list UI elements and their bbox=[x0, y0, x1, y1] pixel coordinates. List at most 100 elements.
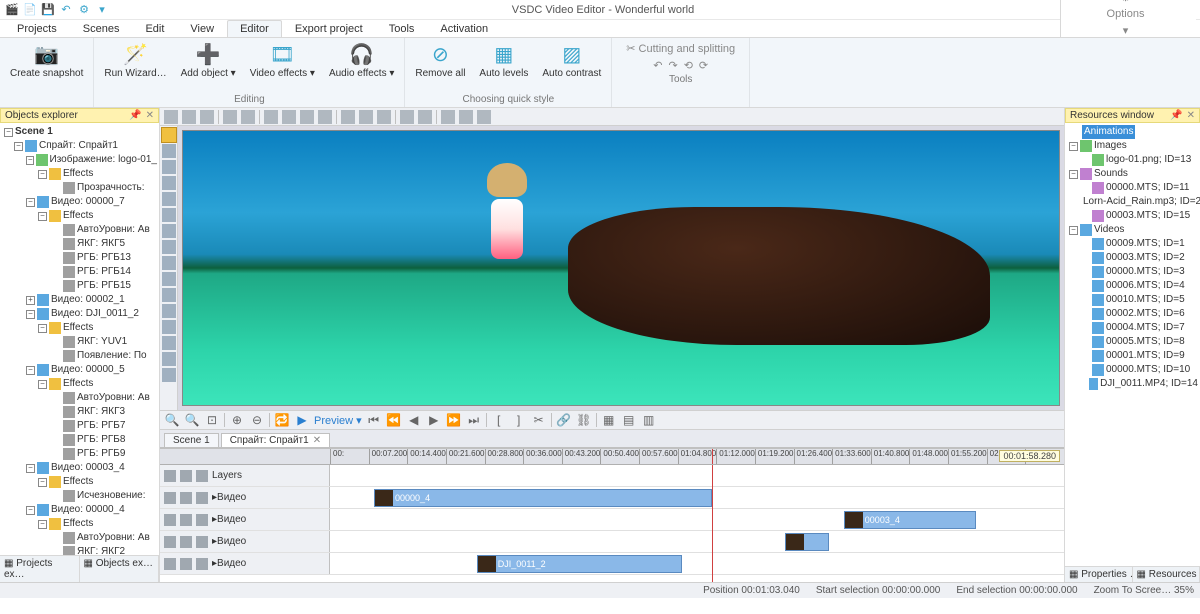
tree-node[interactable]: 00000.MTS; ID=10 bbox=[1067, 363, 1198, 377]
tree-node[interactable]: DJI_0011.MP4; ID=14 bbox=[1067, 377, 1198, 391]
timeline-track[interactable]: ▸Видео 00000_4 bbox=[160, 487, 1064, 509]
tree-node[interactable]: 00009.MTS; ID=1 bbox=[1067, 237, 1198, 251]
tree-node[interactable]: 00001.MTS; ID=9 bbox=[1067, 349, 1198, 363]
mark-in-icon[interactable]: [ bbox=[491, 412, 507, 428]
goto-end-icon[interactable]: ⏭ bbox=[466, 412, 482, 428]
remove-marker-icon[interactable]: ⊖ bbox=[249, 412, 265, 428]
tab-close-icon[interactable]: ✕ bbox=[313, 435, 321, 446]
resources-tree[interactable]: Animations−Imageslogo-01.png; ID=13−Soun… bbox=[1065, 123, 1200, 566]
tree-node[interactable]: Lorn-Acid_Rain.mp3; ID=2 bbox=[1067, 195, 1198, 209]
ribbon-button[interactable]: 🪄Run Wizard… bbox=[100, 40, 170, 94]
pin-icon[interactable]: 📌 bbox=[1170, 110, 1182, 121]
track-body[interactable]: 00003_4 bbox=[330, 509, 1064, 530]
tool-redo-icon[interactable] bbox=[241, 110, 255, 124]
chart-tool-icon[interactable] bbox=[162, 272, 176, 286]
panel-close-icon[interactable]: ✕ bbox=[1187, 110, 1195, 121]
tool-cut-icon[interactable] bbox=[164, 110, 178, 124]
add-marker-icon[interactable]: ⊕ bbox=[229, 412, 245, 428]
split-icon[interactable]: ✂ bbox=[531, 412, 547, 428]
tool-align4-icon[interactable] bbox=[318, 110, 332, 124]
tree-node[interactable]: 00002.MTS; ID=6 bbox=[1067, 307, 1198, 321]
goto-start-icon[interactable]: ⏮ bbox=[366, 412, 382, 428]
pin-icon[interactable]: 📌 bbox=[129, 110, 141, 121]
tl-opt3-icon[interactable]: ▥ bbox=[641, 412, 657, 428]
tree-node[interactable]: −Videos bbox=[1067, 223, 1198, 237]
tree-node[interactable]: РГБ: РГБ9 bbox=[2, 447, 157, 461]
timeline-track[interactable]: ▸Видео bbox=[160, 531, 1064, 553]
zoom-out-icon[interactable]: 🔍 bbox=[164, 412, 180, 428]
timeline-ruler[interactable]: 00:00:07.20000:14.40000:21.60000:28.8000… bbox=[160, 449, 1064, 465]
tree-node[interactable]: Появление: По bbox=[2, 349, 157, 363]
preview-label[interactable]: Preview ▾ bbox=[314, 414, 362, 427]
tooltip-tool-icon[interactable] bbox=[162, 256, 176, 270]
menu-tab-edit[interactable]: Edit bbox=[132, 20, 177, 37]
menu-tab-view[interactable]: View bbox=[177, 20, 227, 37]
gear-icon[interactable]: ⚙ bbox=[1121, 0, 1131, 4]
tool-align2-icon[interactable] bbox=[282, 110, 296, 124]
timeline-clip[interactable]: 00003_4 bbox=[844, 511, 976, 529]
options-dropdown-icon[interactable]: ▾ bbox=[1123, 24, 1129, 37]
menu-tab-scenes[interactable]: Scenes bbox=[70, 20, 133, 37]
counter-tool-icon[interactable] bbox=[162, 352, 176, 366]
tool-layer1-icon[interactable] bbox=[341, 110, 355, 124]
tree-node[interactable]: −Effects bbox=[2, 475, 157, 489]
timeline-tab[interactable]: Scene 1 bbox=[164, 433, 219, 447]
tree-node[interactable]: +Видео: 00002_1 bbox=[2, 293, 157, 307]
tool-misc3-icon[interactable] bbox=[477, 110, 491, 124]
shape-tool-icon[interactable] bbox=[162, 224, 176, 238]
tool-layer2-icon[interactable] bbox=[359, 110, 373, 124]
panel-close-icon[interactable]: ✕ bbox=[146, 110, 154, 121]
tree-node[interactable]: −Effects bbox=[2, 167, 157, 181]
qat-undo-icon[interactable]: ↶ bbox=[58, 2, 74, 18]
link-icon[interactable]: 🔗 bbox=[556, 412, 572, 428]
ellipse-tool-icon[interactable] bbox=[162, 160, 176, 174]
polyline-tool-icon[interactable] bbox=[162, 208, 176, 222]
objects-tree[interactable]: − Scene 1−Спрайт: Спрайт1−Изображение: l… bbox=[0, 123, 159, 555]
tool-align3-icon[interactable] bbox=[300, 110, 314, 124]
track-mute-icon[interactable] bbox=[180, 536, 192, 548]
timeline-clip[interactable]: DJI_0011_2 bbox=[477, 555, 683, 573]
unlink-icon[interactable]: ⛓ bbox=[576, 412, 592, 428]
zoom-in-icon[interactable]: 🔍 bbox=[184, 412, 200, 428]
track-header[interactable]: ▸Видео bbox=[160, 509, 330, 530]
track-mute-icon[interactable] bbox=[180, 492, 192, 504]
track-visibility-icon[interactable] bbox=[164, 492, 176, 504]
track-header[interactable]: ▸Видео bbox=[160, 487, 330, 508]
timeline-clip[interactable]: 00000_4 bbox=[374, 489, 712, 507]
timeline-tracks[interactable]: Layers▸Видео00000_4▸Видео00003_4▸Видео▸В… bbox=[160, 465, 1064, 582]
track-lock-icon[interactable] bbox=[196, 514, 208, 526]
timeline-tab[interactable]: Спрайт: Спрайт1✕ bbox=[221, 433, 330, 447]
ribbon-button[interactable]: ▦Auto levels bbox=[475, 40, 532, 94]
menu-tab-projects[interactable]: Projects bbox=[4, 20, 70, 37]
panel-tab[interactable]: ▦ Properties … bbox=[1065, 567, 1133, 582]
ribbon-button[interactable]: 🎧Audio effects ▾ bbox=[325, 40, 398, 94]
tree-node[interactable]: РГБ: РГБ14 bbox=[2, 265, 157, 279]
tree-node[interactable]: −Видео: 00000_4 bbox=[2, 503, 157, 517]
panel-tab[interactable]: ▦ Resources … bbox=[1133, 567, 1200, 582]
track-lock-icon[interactable] bbox=[196, 492, 208, 504]
sprite-tool-icon[interactable] bbox=[162, 368, 176, 382]
step-forward-icon[interactable]: ▶ bbox=[426, 412, 442, 428]
audio-tool-icon[interactable] bbox=[162, 320, 176, 334]
tree-node[interactable]: РГБ: РГБ13 bbox=[2, 251, 157, 265]
loop-icon[interactable]: 🔁 bbox=[274, 412, 290, 428]
track-body[interactable] bbox=[330, 531, 1064, 552]
tree-node[interactable]: −Видео: DJI_0011_2 bbox=[2, 307, 157, 321]
ribbon-button[interactable]: ➕Add object ▾ bbox=[177, 40, 240, 94]
qat-dropdown-icon[interactable]: ▾ bbox=[94, 2, 110, 18]
tree-node[interactable]: АвтоУровни: Ав bbox=[2, 223, 157, 237]
menu-tab-export-project[interactable]: Export project bbox=[282, 20, 376, 37]
tree-node[interactable]: −Видео: 00000_7 bbox=[2, 195, 157, 209]
tree-node[interactable]: −Спрайт: Спрайт1 bbox=[2, 139, 157, 153]
tree-node[interactable]: 00000.MTS; ID=11 bbox=[1067, 181, 1198, 195]
tool-misc1-icon[interactable] bbox=[441, 110, 455, 124]
rewind-icon[interactable]: ⏪ bbox=[386, 412, 402, 428]
track-mute-icon[interactable] bbox=[180, 514, 192, 526]
ribbon-tool-icon[interactable]: ↷ bbox=[668, 59, 677, 72]
tool-align1-icon[interactable] bbox=[264, 110, 278, 124]
playhead[interactable] bbox=[712, 465, 713, 582]
ribbon-button[interactable]: 📷Create snapshot bbox=[6, 40, 87, 105]
tree-node[interactable]: Прозрачность: bbox=[2, 181, 157, 195]
track-mute-icon[interactable] bbox=[180, 558, 192, 570]
tool-snap-icon[interactable] bbox=[418, 110, 432, 124]
